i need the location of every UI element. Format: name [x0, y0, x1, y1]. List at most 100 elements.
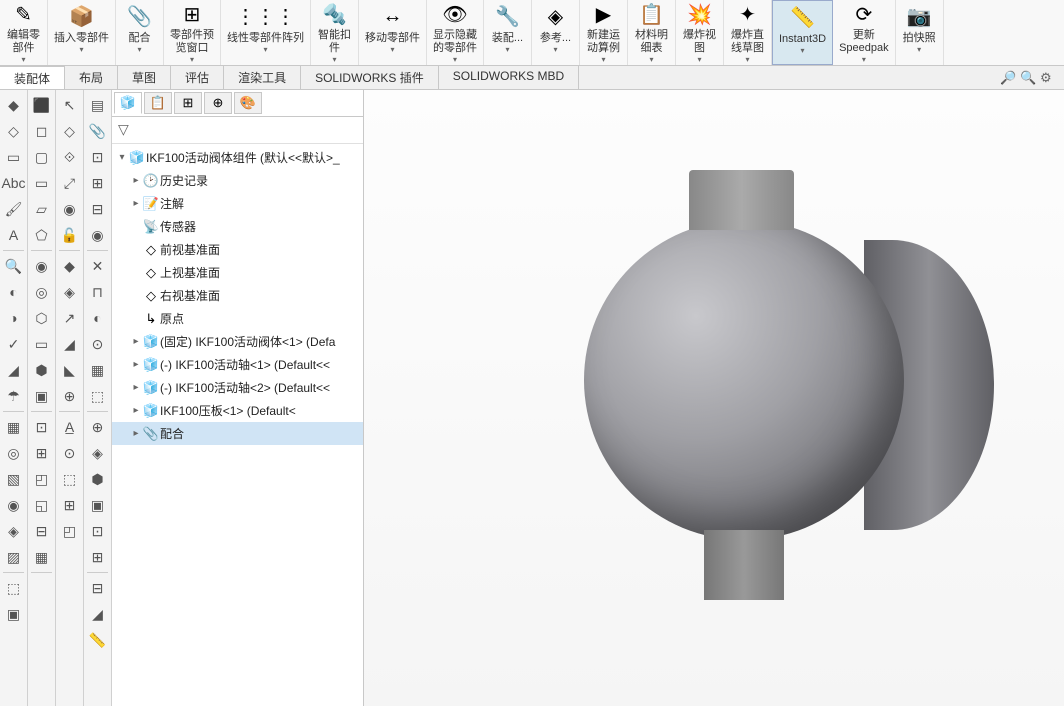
- ribbon-btn-9[interactable]: ◈参考...▾: [532, 0, 580, 65]
- tab-3[interactable]: 评估: [171, 66, 224, 89]
- tool-icon[interactable]: ▧: [2, 467, 26, 491]
- tool-icon[interactable]: ◆: [58, 254, 82, 278]
- tool-icon[interactable]: ⊞: [58, 493, 82, 517]
- tool-icon[interactable]: ◉: [86, 223, 110, 247]
- expand-icon[interactable]: ▸: [130, 198, 142, 209]
- ribbon-btn-12[interactable]: 💥爆炸视图▾: [676, 0, 724, 65]
- tool-icon[interactable]: ⊕: [86, 415, 110, 439]
- tab-6[interactable]: SOLIDWORKS MBD: [439, 66, 579, 89]
- ribbon-btn-16[interactable]: 📷拍快照▾: [896, 0, 944, 65]
- tree-item[interactable]: ◇前视基准面: [112, 238, 363, 261]
- tool-icon[interactable]: ▭: [2, 145, 26, 169]
- ribbon-btn-1[interactable]: 📦插入零部件▾: [48, 0, 116, 65]
- tool-icon[interactable]: ◉: [58, 197, 82, 221]
- expand-icon[interactable]: ▸: [130, 175, 142, 186]
- expand-icon[interactable]: ▸: [130, 359, 142, 370]
- feature-tree[interactable]: ▾🧊IKF100活动阀体组件 (默认<<默认>_▸🕑历史记录▸📝注解📡传感器◇前…: [112, 144, 363, 706]
- tool-icon[interactable]: A: [2, 223, 26, 247]
- expand-icon[interactable]: ▸: [130, 336, 142, 347]
- tool-icon[interactable]: ⤢: [58, 171, 82, 195]
- ribbon-btn-2[interactable]: 📎配合▾: [116, 0, 164, 65]
- tool-icon[interactable]: ⊟: [86, 576, 110, 600]
- tool-icon[interactable]: ⊙: [58, 441, 82, 465]
- tool-icon[interactable]: ◎: [30, 280, 54, 304]
- tree-item[interactable]: ▸🧊IKF100压板<1> (Default<: [112, 399, 363, 422]
- tool-icon[interactable]: 🔓: [58, 223, 82, 247]
- tree-item[interactable]: ▸🧊(-) IKF100活动轴<2> (Default<<: [112, 376, 363, 399]
- tree-item[interactable]: ▸🧊(固定) IKF100活动阀体<1> (Defa: [112, 330, 363, 353]
- tool-icon[interactable]: ◑: [2, 306, 26, 330]
- tool-icon[interactable]: ⊞: [86, 545, 110, 569]
- tool-icon[interactable]: ↖: [58, 93, 82, 117]
- zoom-icon[interactable]: 🔍: [1020, 70, 1036, 86]
- tool-icon[interactable]: ◆: [2, 93, 26, 117]
- tool-icon[interactable]: ⊙: [86, 332, 110, 356]
- ribbon-btn-3[interactable]: ⊞零部件预览窗口▾: [164, 0, 221, 65]
- tool-icon[interactable]: ✓: [2, 332, 26, 356]
- expand-icon[interactable]: ▸: [130, 405, 142, 416]
- expand-icon[interactable]: ▸: [130, 428, 142, 439]
- tool-icon[interactable]: ◎: [2, 441, 26, 465]
- tool-icon[interactable]: ☂: [2, 384, 26, 408]
- tool-icon[interactable]: ◻: [30, 119, 54, 143]
- tab-2[interactable]: 草图: [118, 66, 171, 89]
- tool-icon[interactable]: ◈: [58, 280, 82, 304]
- ribbon-btn-10[interactable]: ▶新建运动算例▾: [580, 0, 628, 65]
- tab-5[interactable]: SOLIDWORKS 插件: [301, 66, 439, 89]
- tool-icon[interactable]: ⊡: [30, 415, 54, 439]
- tool-icon[interactable]: ◱: [30, 493, 54, 517]
- tool-icon[interactable]: 📏: [86, 628, 110, 652]
- ribbon-btn-13[interactable]: ✦爆炸直线草图▾: [724, 0, 772, 65]
- tool-icon[interactable]: ◰: [30, 467, 54, 491]
- tool-icon[interactable]: ⬚: [2, 576, 26, 600]
- tool-icon[interactable]: ◐: [2, 280, 26, 304]
- tree-root[interactable]: ▾🧊IKF100活动阀体组件 (默认<<默认>_: [112, 146, 363, 169]
- panel-tab-3[interactable]: ⊕: [204, 92, 232, 114]
- tool-icon[interactable]: ▭: [30, 171, 54, 195]
- tool-icon[interactable]: 📎: [86, 119, 110, 143]
- ribbon-btn-4[interactable]: ⋮⋮⋮线性零部件阵列▾: [221, 0, 311, 65]
- ribbon-btn-8[interactable]: 🔧装配...▾: [484, 0, 532, 65]
- tool-icon[interactable]: ⊟: [30, 519, 54, 543]
- tree-item[interactable]: 📡传感器: [112, 215, 363, 238]
- tab-4[interactable]: 渲染工具: [224, 66, 301, 89]
- ribbon-btn-11[interactable]: 📋材料明细表▾: [628, 0, 676, 65]
- tool-icon[interactable]: 🔍: [2, 254, 26, 278]
- tool-icon[interactable]: ◰: [58, 519, 82, 543]
- tool-icon[interactable]: ✕: [86, 254, 110, 278]
- tab-0[interactable]: 装配体: [0, 66, 65, 89]
- tool-icon[interactable]: ⊡: [86, 145, 110, 169]
- tool-icon[interactable]: ▣: [30, 384, 54, 408]
- tool-icon[interactable]: ⊞: [86, 171, 110, 195]
- tool-icon[interactable]: ▱: [30, 197, 54, 221]
- tool-icon[interactable]: Abc: [2, 171, 26, 195]
- tool-icon[interactable]: ◉: [30, 254, 54, 278]
- tree-item[interactable]: ▸🕑历史记录: [112, 169, 363, 192]
- tool-icon[interactable]: ▣: [2, 602, 26, 626]
- tool-icon[interactable]: ⊕: [58, 384, 82, 408]
- panel-tab-1[interactable]: 📋: [144, 92, 172, 114]
- expand-icon[interactable]: ▸: [130, 382, 142, 393]
- tool-icon[interactable]: ▢: [30, 145, 54, 169]
- ribbon-btn-0[interactable]: ✎编辑零部件▾: [0, 0, 48, 65]
- tool-icon[interactable]: ↗: [58, 306, 82, 330]
- tool-icon[interactable]: ◉: [2, 493, 26, 517]
- tool-icon[interactable]: ▦: [2, 415, 26, 439]
- tool-icon[interactable]: ⊞: [30, 441, 54, 465]
- tool-icon[interactable]: ⊓: [86, 280, 110, 304]
- tool-icon[interactable]: ⟐: [58, 145, 82, 169]
- tool-icon[interactable]: ◣: [58, 358, 82, 382]
- tool-icon[interactable]: ⬢: [86, 467, 110, 491]
- tool-icon[interactable]: ⊟: [86, 197, 110, 221]
- tree-item[interactable]: ↳原点: [112, 307, 363, 330]
- tree-item[interactable]: ▸🧊(-) IKF100活动轴<1> (Default<<: [112, 353, 363, 376]
- tool-icon[interactable]: ▨: [2, 545, 26, 569]
- filter-icon[interactable]: ▽: [118, 121, 129, 137]
- search-icon[interactable]: 🔎: [1000, 70, 1016, 86]
- tool-icon[interactable]: ⬚: [86, 384, 110, 408]
- tool-icon[interactable]: ◈: [2, 519, 26, 543]
- tool-icon[interactable]: ⬛: [30, 93, 54, 117]
- tool-icon[interactable]: ⬢: [30, 358, 54, 382]
- panel-tab-4[interactable]: 🎨: [234, 92, 262, 114]
- tool-icon[interactable]: ◇: [58, 119, 82, 143]
